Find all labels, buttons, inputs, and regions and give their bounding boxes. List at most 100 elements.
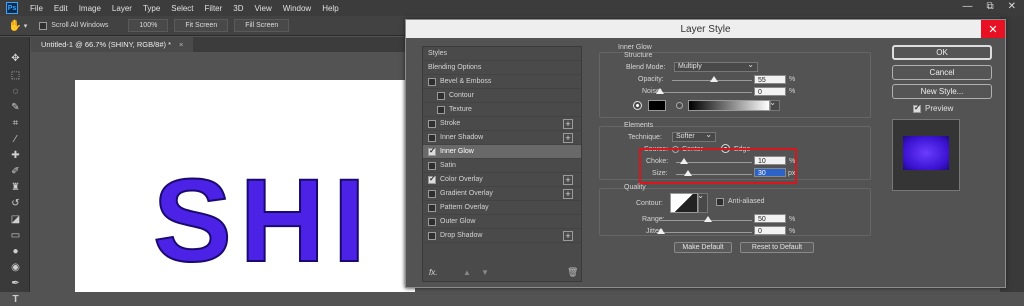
- move-up-icon[interactable]: ▲: [463, 268, 471, 277]
- style-item-bevel-emboss[interactable]: Bevel & Emboss: [423, 75, 581, 89]
- menu-3d[interactable]: 3D: [233, 4, 243, 13]
- contour-preview[interactable]: [670, 193, 698, 213]
- add-stroke-icon[interactable]: +: [563, 119, 573, 129]
- pen-tool-icon[interactable]: ✒: [9, 277, 22, 290]
- style-item-inner-glow[interactable]: Inner Glow: [423, 145, 581, 159]
- opacity-field[interactable]: 55: [754, 75, 786, 84]
- eyedropper-tool-icon[interactable]: ⁄: [9, 133, 22, 146]
- style-item-outer-glow[interactable]: Outer Glow: [423, 215, 581, 229]
- hand-tool-icon[interactable]: ✋: [8, 19, 22, 32]
- jitter-slider[interactable]: [658, 232, 752, 233]
- history-brush-icon[interactable]: ↺: [9, 197, 22, 210]
- add-drop-shadow-icon[interactable]: +: [563, 231, 573, 241]
- range-slider-knob[interactable]: [704, 216, 712, 222]
- marquee-tool-icon[interactable]: ⬚: [9, 69, 22, 82]
- style-item-texture[interactable]: Texture: [423, 103, 581, 117]
- blending-options-item[interactable]: Blending Options: [423, 61, 581, 75]
- noise-field[interactable]: 0: [754, 87, 786, 96]
- document-tab[interactable]: Untitled-1 @ 66.7% (SHINY, RGB/8#) * ×: [31, 37, 194, 52]
- trash-icon[interactable]: 🗑: [567, 267, 578, 278]
- type-tool-icon[interactable]: T: [9, 293, 22, 306]
- menu-type[interactable]: Type: [143, 4, 160, 13]
- contour-picker-chevron-icon[interactable]: [697, 192, 708, 213]
- checkbox-box[interactable]: [428, 77, 436, 86]
- solid-color-radio[interactable]: [634, 102, 641, 109]
- style-item-satin[interactable]: Satin: [423, 159, 581, 173]
- anti-aliased-checkbox[interactable]: [716, 198, 724, 206]
- eraser-tool-icon[interactable]: ◪: [9, 213, 22, 226]
- gradient-radio[interactable]: [676, 102, 683, 109]
- checkbox-box[interactable]: [428, 203, 436, 212]
- styles-header[interactable]: Styles: [423, 47, 581, 61]
- crop-tool-icon[interactable]: ⌗: [9, 117, 22, 130]
- style-item-color-overlay[interactable]: Color Overlay +: [423, 173, 581, 187]
- style-item-stroke[interactable]: Stroke +: [423, 117, 581, 131]
- gradient-picker-chevron-icon[interactable]: [769, 99, 780, 111]
- noise-slider-knob[interactable]: [656, 88, 664, 94]
- style-item-gradient-overlay[interactable]: Gradient Overlay +: [423, 187, 581, 201]
- opacity-slider-knob[interactable]: [710, 76, 718, 82]
- restore-icon[interactable]: ⧉: [986, 1, 993, 12]
- menu-select[interactable]: Select: [171, 4, 193, 13]
- range-field[interactable]: 50: [754, 214, 786, 223]
- checkbox-box[interactable]: [428, 146, 436, 156]
- zoom-100-button[interactable]: 100%: [128, 19, 169, 32]
- checkbox-box[interactable]: [428, 174, 436, 184]
- fx-icon[interactable]: fx.: [429, 268, 437, 277]
- scroll-all-windows-checkbox[interactable]: Scroll All Windows: [39, 21, 108, 30]
- move-down-icon[interactable]: ▼: [481, 268, 489, 277]
- minimize-icon[interactable]: —: [962, 1, 972, 12]
- new-style-button[interactable]: New Style...: [892, 84, 992, 99]
- quick-select-tool-icon[interactable]: ✎: [9, 101, 22, 114]
- menu-file[interactable]: File: [30, 4, 43, 13]
- cancel-button[interactable]: Cancel: [892, 65, 992, 80]
- add-inner-shadow-icon[interactable]: +: [563, 133, 573, 143]
- document-canvas[interactable]: SHI: [75, 80, 415, 292]
- style-item-contour[interactable]: Contour: [423, 89, 581, 103]
- technique-select[interactable]: Softer: [672, 131, 716, 142]
- tab-close-icon[interactable]: ×: [179, 40, 183, 49]
- add-gradient-overlay-icon[interactable]: +: [563, 189, 573, 199]
- add-color-overlay-icon[interactable]: +: [563, 175, 573, 185]
- fit-screen-button[interactable]: Fit Screen: [174, 19, 229, 32]
- menu-view[interactable]: View: [255, 4, 272, 13]
- move-tool-icon[interactable]: ✥: [9, 52, 22, 65]
- glow-color-swatch[interactable]: [648, 100, 666, 111]
- dodge-tool-icon[interactable]: ◉: [9, 261, 22, 274]
- style-item-pattern-overlay[interactable]: Pattern Overlay: [423, 201, 581, 215]
- brush-tool-icon[interactable]: ✐: [9, 165, 22, 178]
- checkbox-box[interactable]: [437, 91, 445, 100]
- dialog-close-icon[interactable]: ✕: [981, 20, 1005, 38]
- stamp-tool-icon[interactable]: ♜: [9, 181, 22, 194]
- menu-help[interactable]: Help: [322, 4, 338, 13]
- preview-checkbox[interactable]: Preview: [913, 103, 953, 113]
- healing-tool-icon[interactable]: ✚: [9, 149, 22, 162]
- checkbox-box[interactable]: [428, 119, 436, 128]
- noise-slider[interactable]: [656, 92, 752, 93]
- menu-filter[interactable]: Filter: [205, 4, 223, 13]
- menu-image[interactable]: Image: [79, 4, 101, 13]
- checkbox-box[interactable]: [437, 105, 445, 114]
- menu-edit[interactable]: Edit: [54, 4, 68, 13]
- gradient-tool-icon[interactable]: ▭: [9, 229, 22, 242]
- checkbox-box[interactable]: [428, 217, 436, 226]
- make-default-button[interactable]: Make Default: [674, 242, 732, 253]
- checkbox-box[interactable]: [428, 133, 436, 142]
- fill-screen-button[interactable]: Fill Screen: [234, 19, 290, 32]
- lasso-tool-icon[interactable]: ◌: [9, 85, 22, 98]
- checkbox-box[interactable]: [428, 161, 436, 170]
- menu-layer[interactable]: Layer: [112, 4, 132, 13]
- jitter-slider-knob[interactable]: [657, 228, 665, 234]
- blend-mode-select[interactable]: Multiply: [674, 61, 758, 72]
- menu-window[interactable]: Window: [283, 4, 311, 13]
- jitter-field[interactable]: 0: [754, 226, 786, 235]
- style-item-drop-shadow[interactable]: Drop Shadow +: [423, 229, 581, 243]
- style-item-inner-shadow[interactable]: Inner Shadow +: [423, 131, 581, 145]
- blur-tool-icon[interactable]: ●: [9, 245, 22, 258]
- reset-to-default-button[interactable]: Reset to Default: [740, 242, 814, 253]
- glow-gradient-swatch[interactable]: [688, 100, 770, 111]
- window-close-icon[interactable]: ✕: [1008, 1, 1016, 12]
- checkbox-box[interactable]: [428, 189, 436, 198]
- tool-preset-chevron-icon[interactable]: ▾: [24, 22, 28, 30]
- ok-button[interactable]: OK: [892, 45, 992, 60]
